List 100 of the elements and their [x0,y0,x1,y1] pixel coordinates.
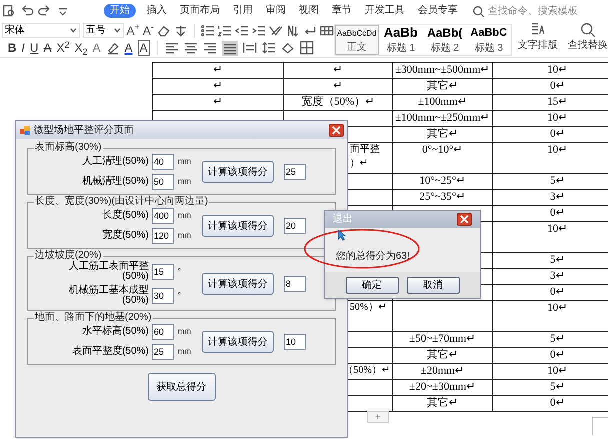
number-input[interactable]: 60 [152,324,174,340]
field-label: 长度(50%) [102,211,149,221]
font-size-field[interactable]: 五号 [82,23,124,38]
unit-label: mm [177,230,192,242]
font-name-value: 宋体 [5,24,25,38]
ribbon-tab[interactable]: 章节 [330,4,354,18]
ribbon-tab[interactable]: 审阅 [264,4,288,18]
search-field[interactable]: 查找命令、搜索模板 [488,4,578,18]
ribbon-tab[interactable]: 会员专享 [416,4,460,18]
table-cell: ↵ [153,95,284,111]
dialog-message: 您的总得分为63! [336,251,410,262]
field-label: 水平标高(50%) [82,327,149,337]
table-cell: 5↵ [493,380,608,396]
font-size-button[interactable]: A$^{+}$ [126,24,140,37]
table-cell: 其它↵ [393,396,493,412]
group-title: 地面、路面下的地基(20%) [34,312,153,324]
table-cell: 宽度（50%）↵ [284,95,393,111]
format-button[interactable]: A [92,41,101,56]
table-cell: 其它↵ [393,348,493,364]
ribbon-tab[interactable]: 引用 [231,4,255,18]
table-cell: 10°~25°↵ [393,174,493,190]
table-cell: ±20~±30mm↵ [393,380,493,396]
table-cell: ±100mm~±250mm↵ [393,111,493,127]
table-cell: ↵ [284,79,393,95]
style-sample: AaBbCcDd [337,28,377,40]
table-cell: 10↵ [493,222,608,253]
style-option[interactable]: AaBb 标题 1 [379,25,423,55]
table-cell: 0↵ [493,396,608,412]
table-cell: 5↵ [493,332,608,348]
number-input[interactable]: 400 [152,208,174,224]
calculate-button[interactable]: 计算该项得分 [202,331,274,353]
total-score-button[interactable]: 获取总得分 [148,373,216,401]
unit-label: mm [177,176,192,188]
format-button[interactable]: A [124,41,133,56]
table-cell: ↵ [284,63,393,79]
number-input[interactable]: 30 [152,288,174,304]
group-title: 长度、宽度(30%)(由设计中心向两边量) [34,196,210,208]
field-label: 表面平整度(50%) [72,347,149,357]
group-title: 边坡坡度(20%) [34,250,103,261]
number-input[interactable]: 25 [152,344,174,360]
ribbon-tool-button[interactable]: 文字排版 [518,22,558,57]
table-cell: 其它↵ [393,127,493,143]
window-title: 微型场地平整评分页面 [34,124,135,138]
style-sample: AaBb( [427,25,463,41]
table-cell: 3↵ [493,190,608,206]
table-cell: 10↵ [493,301,608,332]
dialog-button[interactable]: 取消 [406,276,460,294]
calculate-button[interactable]: 计算该项得分 [202,273,274,295]
add-row-button[interactable]: + [367,411,389,423]
style-option[interactable]: AaBbCcDd 正文 [335,25,379,55]
table-cell: ±100mm↵ [393,95,493,111]
field-label: 机械清理(50%) [82,177,149,187]
field-label: 人工筋工表面平整(50%) [69,262,149,282]
ribbon-tab[interactable]: 视图 [297,4,321,18]
unit-label: mm [177,326,192,338]
style-name: 标题 3 [474,43,504,55]
table-cell: 10↵ [493,63,608,79]
format-button[interactable]: I [22,41,26,56]
dialog-button[interactable]: 确定 [346,276,398,294]
calculate-button[interactable]: 计算该项得分 [202,161,274,183]
unit-label: mm [177,156,192,168]
field-label: 人工清理(50%) [82,157,149,167]
ribbon-tab[interactable]: 开始 [104,4,136,18]
ribbon-tool-button[interactable]: 查找替换 [568,22,608,57]
style-sample: AaBbC [470,26,508,41]
result-field: 25 [284,164,306,180]
unit-label: mm [177,346,192,358]
result-field: 20 [284,218,306,234]
format-button[interactable]: U [30,41,39,56]
ribbon-tab[interactable]: 页面布局 [178,4,222,18]
style-option[interactable]: AaBb( 标题 2 [423,25,467,55]
format-button[interactable]: A [44,41,52,56]
number-input[interactable]: 120 [152,228,174,244]
style-name: 标题 1 [386,43,416,55]
ribbon-tab[interactable]: 插入 [145,4,169,18]
table-cell: 5↵ [493,174,608,190]
style-option[interactable]: AaBbC 标题 3 [467,25,511,55]
font-size-button[interactable]: A$^{-}$ [143,24,154,37]
field-label: 宽度(50%) [102,231,149,241]
number-input[interactable]: 15 [152,264,174,280]
calculate-button[interactable]: 计算该项得分 [202,215,274,237]
number-input[interactable]: 50 [152,174,174,190]
table-cell: 0↵ [493,79,608,95]
table-cell: ±300mm~±500mm↵ [393,63,493,79]
table-cell: 3↵ [493,269,608,285]
result-field: 10 [284,334,306,350]
format-button[interactable]: X$^{2}$ [56,41,70,56]
table-cell: 0↵ [493,127,608,143]
style-sample: AaBb [384,25,418,41]
table-cell: 25°~35°↵ [393,190,493,206]
font-name-field[interactable]: 宋体 [2,23,80,38]
format-button[interactable]: A [138,40,150,56]
ribbon-tab[interactable]: 开发工具 [363,4,407,18]
format-button[interactable]: X$_{2}$ [74,41,88,56]
table-cell: ±50~±70mm↵ [393,332,493,348]
number-input[interactable]: 40 [152,154,174,170]
table-cell: ↵ [153,63,284,79]
field-label: 机械筋工基本成型(50%) [69,286,149,306]
format-button[interactable]: B [8,41,17,56]
table-cell: 0↵ [493,206,608,222]
